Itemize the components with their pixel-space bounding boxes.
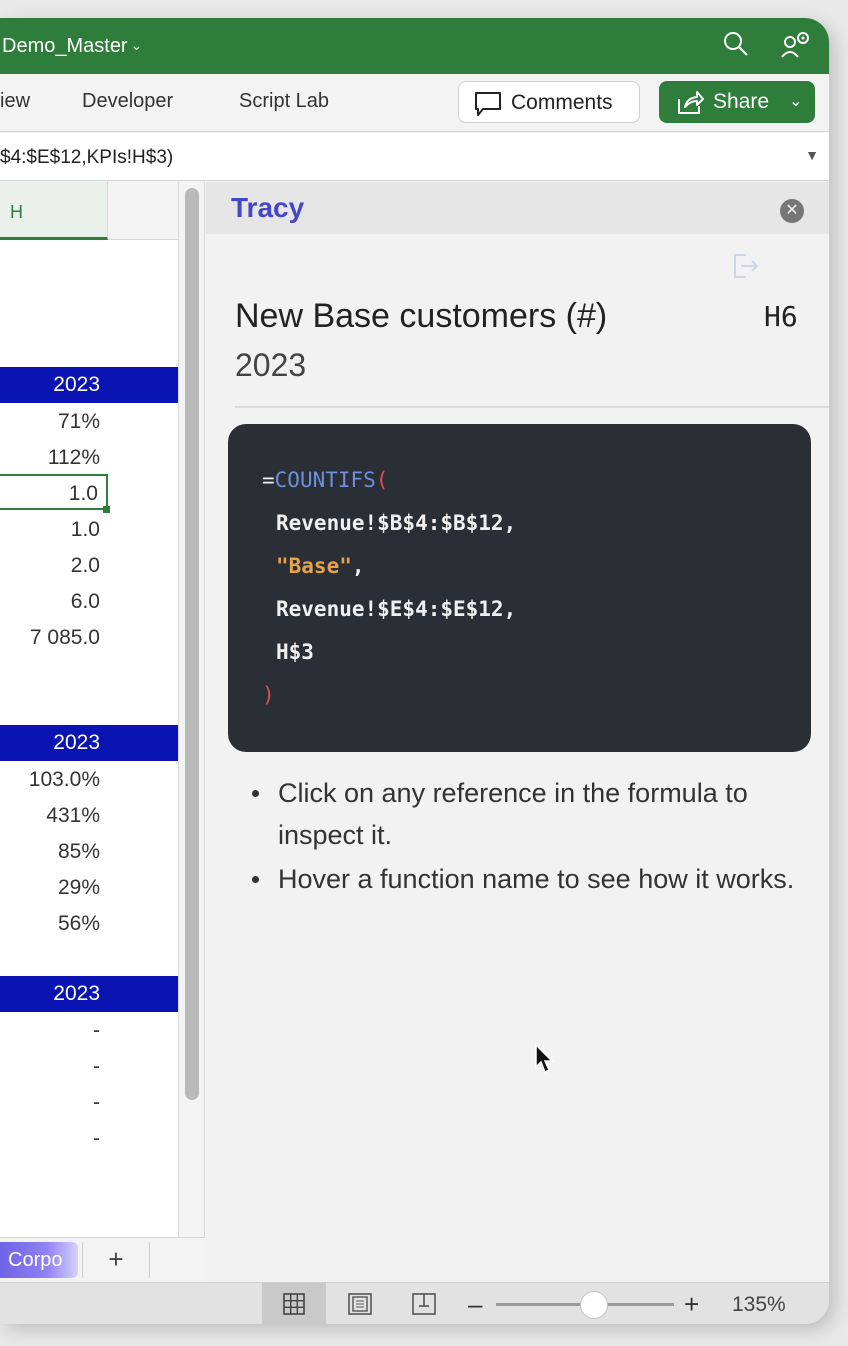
add-sheet-button[interactable]: + [82, 1242, 150, 1278]
tab-script-lab[interactable]: Script Lab [239, 90, 329, 113]
formula-bar[interactable]: $4:$E$12,KPIs!H$3) ▼ [0, 133, 829, 181]
column-header-h[interactable]: H [0, 182, 108, 240]
formula-open-paren: ( [375, 468, 389, 492]
chevron-down-icon: ⌄ [789, 93, 803, 110]
inspected-cell-year: 2023 [235, 347, 307, 383]
search-icon[interactable] [722, 30, 750, 63]
comments-label: Comments [511, 91, 613, 114]
grid-cell[interactable]: 112% [0, 440, 108, 476]
formula-reference[interactable]: H$3 [276, 640, 314, 664]
document-title: Demo_Master [2, 35, 128, 57]
grid-cell[interactable]: 56% [0, 906, 108, 942]
scrollbar-thumb[interactable] [185, 188, 199, 1100]
column-headers: H [0, 182, 178, 240]
excel-window: Demo_Master ⌄ iew Developer Script Lab Co… [0, 18, 829, 1324]
inspected-cell-reference: H6 [764, 300, 798, 333]
page-break-view-button[interactable] [392, 1283, 456, 1324]
bullet [252, 790, 259, 797]
page-layout-icon [348, 1293, 372, 1315]
normal-view-button[interactable] [262, 1283, 326, 1324]
grid-cell[interactable]: 6.0 [0, 584, 108, 620]
formula-equals: = [262, 468, 275, 492]
list-item: Hover a function name to see how it work… [248, 858, 808, 900]
formula-comma: , [351, 554, 365, 578]
document-title-button[interactable]: Demo_Master ⌄ [2, 35, 142, 58]
grid-cell[interactable]: - [0, 1049, 108, 1085]
ribbon-tabs: iew Developer Script Lab Comments Share … [0, 74, 829, 132]
function-name-countifs[interactable]: COUNTIFS [275, 468, 376, 492]
grid-cell[interactable]: 7 085.0 [0, 620, 108, 656]
expand-formula-bar-icon[interactable]: ▼ [805, 147, 819, 163]
task-pane-header: Tracy ✕ [206, 182, 829, 234]
title-bar: Demo_Master ⌄ [0, 18, 829, 74]
formula-close-paren: ) [262, 683, 275, 707]
sheet-tab-bar: Corpo + [0, 1237, 205, 1282]
grid-cell[interactable]: 29% [0, 870, 108, 906]
formula-reference[interactable]: Revenue!$E$4:$E$12, [276, 597, 516, 621]
list-item: Click on any reference in the formula to… [248, 772, 808, 856]
tracy-task-pane: Tracy ✕ New Base customers (#) H6 2023 =… [206, 182, 829, 1282]
formula-code-block: =COUNTIFS( Revenue!$B$4:$B$12, "Base", R… [228, 424, 811, 752]
tab-review[interactable]: iew [0, 90, 30, 113]
section-header-cell[interactable]: 2023 [0, 367, 178, 403]
page-break-icon [412, 1293, 436, 1315]
formula-reference[interactable]: Revenue!$B$4:$B$12, [276, 511, 516, 535]
grid-cell[interactable]: 1.0 [0, 512, 108, 548]
share-icon [675, 89, 705, 123]
section-header-cell[interactable]: 2023 [0, 725, 178, 761]
worksheet-grid[interactable]: H 2023 71% 112% 1.0 1.0 2.0 6.0 7 085.0 … [0, 182, 179, 1247]
share-button[interactable]: Share ⌄ [659, 81, 815, 123]
tips-list: Click on any reference in the formula to… [248, 772, 808, 902]
grid-cell[interactable]: - [0, 1013, 108, 1049]
comments-button[interactable]: Comments [458, 81, 640, 123]
grid-cell[interactable]: - [0, 1085, 108, 1121]
divider [235, 406, 829, 408]
formula-string-literal: "Base" [276, 554, 352, 578]
bullet [252, 876, 259, 883]
vertical-scrollbar[interactable] [179, 182, 205, 1282]
selected-cell-h6[interactable]: 1.0 [0, 474, 108, 510]
zoom-in-button[interactable]: + [684, 1289, 699, 1320]
tab-developer[interactable]: Developer [82, 90, 173, 113]
comment-icon [473, 90, 503, 124]
formula-bar-text[interactable]: $4:$E$12,KPIs!H$3) [0, 147, 173, 169]
zoom-out-button[interactable]: – [468, 1289, 482, 1320]
grid-cell[interactable]: 2.0 [0, 548, 108, 584]
chevron-down-icon: ⌄ [130, 37, 143, 53]
grid-view-icon [283, 1293, 305, 1315]
section-header-cell[interactable]: 2023 [0, 976, 178, 1012]
inspected-cell-name: New Base customers (#) [235, 297, 608, 335]
grid-cell[interactable]: 85% [0, 834, 108, 870]
grid-cell[interactable]: 431% [0, 798, 108, 834]
grid-cell[interactable]: 71% [0, 404, 108, 440]
grid-cell[interactable]: 103.0% [0, 762, 108, 798]
zoom-level[interactable]: 135% [732, 1293, 786, 1317]
task-pane-title: Tracy [231, 192, 305, 223]
sheet-tab-corpo[interactable]: Corpo [0, 1242, 78, 1278]
grid-cell[interactable]: - [0, 1121, 108, 1157]
account-settings-icon[interactable] [780, 30, 812, 65]
mouse-pointer-icon [535, 1043, 555, 1079]
exit-icon[interactable] [730, 251, 760, 286]
share-label: Share [713, 90, 770, 113]
status-bar: – + 135% [0, 1282, 829, 1324]
close-icon[interactable]: ✕ [780, 199, 804, 223]
zoom-slider-thumb[interactable] [580, 1291, 608, 1319]
page-layout-view-button[interactable] [328, 1283, 392, 1324]
